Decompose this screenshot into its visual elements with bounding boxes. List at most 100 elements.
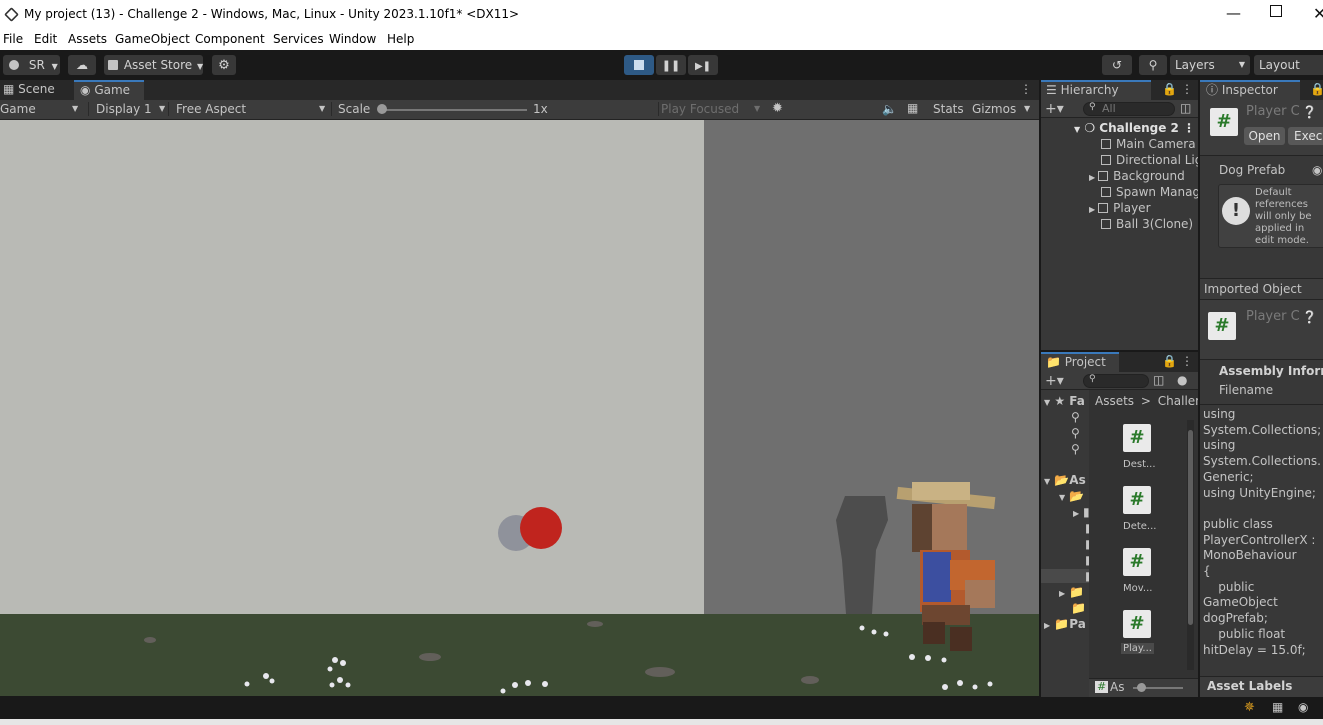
display-label: Display 1 [96, 102, 152, 116]
chevron-down-icon: ▼ [1238, 60, 1245, 69]
tree-search-item[interactable]: ⚲ [1071, 409, 1080, 425]
tree-folder[interactable]: ▼ 📂 [1059, 488, 1084, 504]
more-menu-icon[interactable]: ⋮ [1181, 82, 1193, 96]
create-asset-button[interactable]: +▾ [1045, 373, 1064, 389]
play-focused-dropdown[interactable]: Play Focused ▼ [658, 102, 766, 116]
maximize-icon[interactable] [1270, 5, 1282, 17]
help-icon[interactable]: ❔ [1302, 310, 1317, 324]
display-dropdown[interactable]: Display 1 ▼ [88, 102, 168, 116]
game-view-controls: Game ▼ Display 1 ▼ Free Aspect ▼ Scale 1… [0, 100, 1039, 120]
search-icon: ⚲ [1071, 442, 1080, 456]
cache-server-icon[interactable]: ▦ [1272, 700, 1283, 714]
add-object-button[interactable]: +▾ [1045, 101, 1064, 117]
filter-label-icon[interactable]: ● [1177, 373, 1187, 387]
project-scrollbar[interactable] [1187, 420, 1194, 670]
file-label-selected[interactable]: Play... [1121, 643, 1154, 654]
hierarchy-root-scene[interactable]: ▼ ❍ Challenge 2 ⋮ [1074, 120, 1198, 136]
lock-icon[interactable]: 🔒 [1162, 354, 1177, 368]
lock-icon[interactable]: 🔒 [1162, 82, 1177, 96]
minimize-icon[interactable]: — [1226, 4, 1241, 22]
layout-dropdown[interactable]: Layout [1254, 55, 1323, 75]
scale-slider[interactable]: Scale 1x [331, 102, 658, 116]
game-mode-label: Game [0, 102, 36, 116]
step-button[interactable]: ▶❚ [688, 55, 718, 75]
scrollbar-thumb[interactable] [1188, 430, 1193, 625]
account-button[interactable]: SR ▼ [3, 55, 60, 75]
hierarchy-panel: +▾ ⚲ All ◫ ▼ ❍ Challenge 2 ⋮ Main Camera… [1041, 100, 1215, 350]
icon-size-thumb[interactable] [1137, 683, 1146, 692]
file-label[interactable]: Mov... [1123, 583, 1152, 594]
tab-project[interactable]: 📁 Project [1041, 352, 1119, 372]
scale-thumb[interactable] [377, 104, 387, 114]
tree-search-item[interactable]: ⚲ [1071, 425, 1080, 441]
hierarchy-item[interactable]: ▶ Background [1089, 168, 1185, 184]
breadcrumb-challenge[interactable]: Challenge [1158, 394, 1198, 408]
project-panel: +▾ ⚲ ◫ ● ▼ ★ Fa ⚲ ⚲ ⚲ ▼ 📂As ▼ 📂 ▶ ▮ ▮ ▮ … [1041, 372, 1198, 697]
layers-dropdown[interactable]: Layers ▼ [1170, 55, 1250, 75]
menu-window[interactable]: Window [329, 32, 376, 46]
scene-visibility-icon[interactable]: ◫ [1180, 101, 1191, 115]
tree-folder[interactable]: 📁 [1071, 600, 1086, 616]
unity-scene-icon: ❍ [1084, 121, 1096, 135]
audio-mute-icon[interactable]: 🔈 [882, 102, 897, 116]
game-mode-dropdown[interactable]: Game ▼ [0, 102, 85, 116]
project-footer: # As [1089, 678, 1198, 697]
project-file-area: Assets > Challenge # Dest... # Dete... #… [1089, 390, 1198, 697]
keyboard-icon[interactable]: ▦ [907, 101, 918, 115]
filter-type-icon[interactable]: ◫ [1153, 373, 1164, 387]
progress-spinner-icon[interactable]: ✵ [1244, 700, 1255, 715]
search-button[interactable]: ⚲ [1139, 55, 1167, 75]
tree-selected-row[interactable] [1041, 569, 1089, 583]
menu-gameobject[interactable]: GameObject [115, 32, 190, 46]
menu-help[interactable]: Help [387, 32, 414, 46]
tree-search-item[interactable]: ⚲ [1071, 441, 1080, 457]
stats-toggle[interactable]: Stats [933, 102, 964, 116]
aspect-dropdown[interactable]: Free Aspect ▼ [168, 102, 331, 116]
tab-scene[interactable]: ▦ Scene [0, 80, 72, 100]
tree-folder[interactable]: ▶ 📁 [1059, 584, 1084, 600]
menu-component[interactable]: Component [195, 32, 265, 46]
gizmos-toggle[interactable]: Gizmos [972, 102, 1016, 116]
close-icon[interactable]: ✕ [1313, 4, 1323, 23]
undo-history-button[interactable]: ↺ [1102, 55, 1132, 75]
project-search-input[interactable]: ⚲ [1083, 374, 1149, 388]
asset-store-button[interactable]: Asset Store ▼ [104, 55, 203, 75]
breadcrumb-assets[interactable]: Assets [1095, 394, 1134, 408]
tab-game[interactable]: ◉ Game [74, 80, 144, 100]
tree-favorites[interactable]: ▼ ★ Fa [1044, 393, 1085, 409]
tab-inspector[interactable]: ⓘ Inspector [1200, 80, 1300, 100]
hierarchy-item[interactable]: ▶ Player [1089, 200, 1151, 216]
expand-arrow-icon: ▶ [1089, 205, 1096, 214]
lock-icon[interactable]: 🔒 [1310, 82, 1323, 96]
script-source-preview: using System.Collections; using System.C… [1203, 407, 1322, 657]
menu-file[interactable]: File [3, 32, 23, 46]
settings-button[interactable]: ⚙ [212, 55, 236, 75]
play-stop-button[interactable] [624, 55, 654, 75]
file-label[interactable]: Dete... [1123, 521, 1156, 532]
menu-services[interactable]: Services [273, 32, 324, 46]
help-icon[interactable]: ❔ [1302, 105, 1317, 119]
tree-folder[interactable]: ▶ ▮ [1073, 504, 1090, 520]
more-menu-icon[interactable]: ⋮ [1183, 120, 1195, 136]
open-button[interactable]: Open [1244, 127, 1285, 145]
object-picker-icon[interactable]: ◉ [1312, 163, 1322, 177]
game-viewport[interactable] [0, 120, 1039, 696]
tree-assets[interactable]: ▼ 📂As [1044, 472, 1086, 488]
menu-assets[interactable]: Assets [68, 32, 107, 46]
hierarchy-item[interactable]: Ball 3(Clone) [1101, 216, 1193, 232]
tab-hierarchy[interactable]: ☰ Hierarchy [1041, 80, 1151, 100]
hierarchy-item[interactable]: Spawn Manager [1101, 184, 1212, 200]
file-label[interactable]: Dest... [1123, 459, 1156, 470]
pause-button[interactable]: ❚❚ [656, 55, 686, 75]
auto-generate-lighting-icon[interactable]: ◉ [1298, 700, 1308, 714]
chevron-down-icon[interactable]: ▼ [1024, 104, 1030, 113]
hierarchy-search-input[interactable]: ⚲ All [1083, 102, 1175, 116]
more-menu-icon[interactable]: ⋮ [1181, 354, 1193, 368]
execution-order-button[interactable]: Exec [1288, 127, 1323, 145]
tree-packages[interactable]: ▶ 📁Pa [1044, 616, 1086, 632]
more-menu-icon[interactable]: ⋮ [1020, 82, 1032, 96]
menu-edit[interactable]: Edit [34, 32, 57, 46]
hierarchy-item[interactable]: Main Camera [1101, 136, 1196, 152]
bug-icon[interactable]: ✹ [772, 101, 783, 116]
cloud-button[interactable]: ☁ [68, 55, 96, 75]
